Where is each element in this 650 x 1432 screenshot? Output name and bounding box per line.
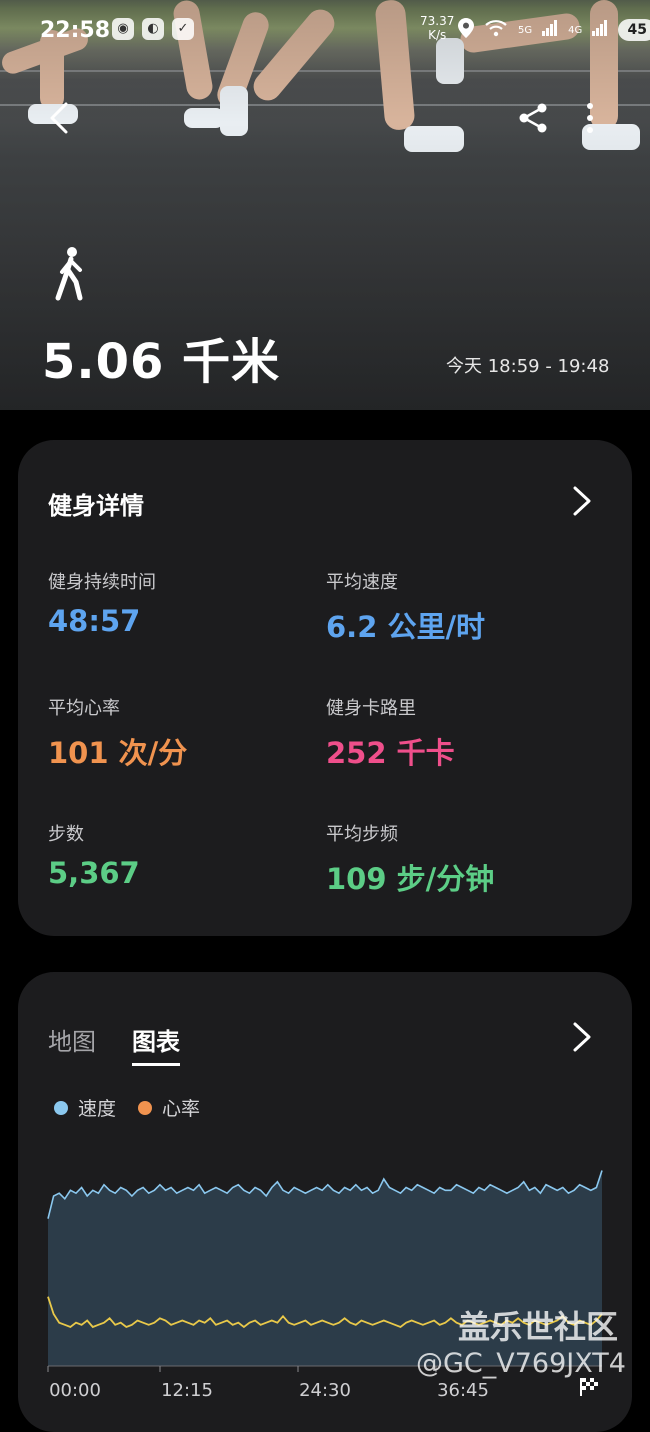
metric-average-heart-rate: 平均心率 101 次/分 <box>48 694 187 772</box>
signal-5g-label: 5G <box>518 24 533 36</box>
hero-banner: 22:58 ◉ ◐ ✓ 73.37 K/s 5G 4G 45 5.06 千米 今… <box>0 0 650 410</box>
distance-value: 5.06 千米 <box>42 334 281 390</box>
compass-icon: ◐ <box>142 18 164 40</box>
status-time: 22:58 <box>40 18 111 43</box>
metric-label: 平均步频 <box>326 824 398 845</box>
net-speed: 73.37 K/s <box>420 14 454 42</box>
x-tick-label: 12:15 <box>161 1380 213 1401</box>
metric-label: 步数 <box>48 824 84 845</box>
check-icon: ✓ <box>172 18 194 40</box>
x-tick-label: 00:00 <box>49 1380 101 1401</box>
metric-steps: 步数 5,367 <box>48 820 140 890</box>
signal-4g-label: 4G <box>568 24 583 36</box>
signal-icon <box>592 20 608 40</box>
x-tick-label: 36:45 <box>437 1380 489 1401</box>
signal-icon <box>542 20 558 40</box>
wechat-icon: ◉ <box>112 18 134 40</box>
back-button[interactable] <box>40 98 80 138</box>
fitness-details-card[interactable]: 健身详情 健身持续时间 48:57 平均速度 6.2 公里/时 平均心率 101… <box>18 440 632 936</box>
walking-icon <box>55 247 83 301</box>
share-icon <box>519 103 547 133</box>
watermark-user: @GC_V769JXT4 <box>416 1348 626 1379</box>
metric-calories: 健身卡路里 252 千卡 <box>326 694 455 772</box>
metric-value: 109 步/分钟 <box>326 862 495 896</box>
wifi-icon <box>484 19 508 41</box>
metric-label: 健身持续时间 <box>48 572 156 593</box>
x-tick-label: 24:30 <box>299 1380 351 1401</box>
metric-cadence: 平均步频 109 步/分钟 <box>326 820 494 898</box>
finish-flag-icon <box>580 1378 598 1396</box>
chevron-right-icon[interactable] <box>570 484 594 518</box>
status-right-icons: 5G 4G 45 <box>458 18 650 42</box>
metric-value: 252 千卡 <box>326 736 455 770</box>
net-speed-value: 73.37 <box>420 14 455 28</box>
battery-indicator: 45 <box>618 19 650 41</box>
metric-duration: 健身持续时间 48:57 <box>48 568 156 638</box>
more-options-button[interactable] <box>572 98 612 138</box>
more-vertical-icon <box>587 103 593 133</box>
metric-value: 6.2 公里/时 <box>326 610 486 644</box>
metric-label: 平均心率 <box>48 698 120 719</box>
metric-label: 平均速度 <box>326 572 398 593</box>
metric-value: 101 次/分 <box>48 736 188 770</box>
metric-value: 48:57 <box>48 604 141 638</box>
net-speed-unit: K/s <box>428 28 447 42</box>
workout-time-range: 今天 18:59 - 19:48 <box>446 356 610 377</box>
metric-label: 健身卡路里 <box>326 698 416 719</box>
card-title: 健身详情 <box>48 492 144 520</box>
metric-value: 5,367 <box>48 856 140 890</box>
notification-icons: ◉ ◐ ✓ <box>112 18 194 40</box>
location-icon <box>458 18 474 42</box>
status-bar: 22:58 ◉ ◐ ✓ 73.37 K/s 5G 4G 45 <box>0 0 650 60</box>
share-button[interactable] <box>514 98 554 138</box>
chevron-left-icon <box>50 102 68 134</box>
metric-average-speed: 平均速度 6.2 公里/时 <box>326 568 485 646</box>
watermark-logo: 盖乐世社区 <box>458 1308 619 1346</box>
